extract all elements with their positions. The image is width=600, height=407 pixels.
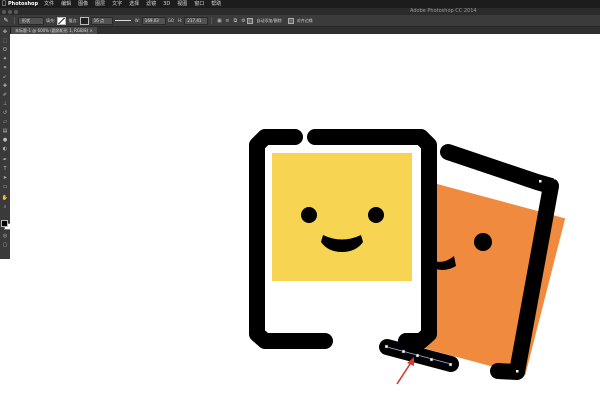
move-tool-icon[interactable]: ✥ xyxy=(1,29,9,36)
path-alignment-icon[interactable]: ≡ xyxy=(224,18,230,24)
front-face-eye-left xyxy=(301,207,317,223)
back-face-eye-right xyxy=(474,233,492,251)
fill-swatch[interactable] xyxy=(57,16,67,25)
path-arrangement-icon[interactable]: ⧉ xyxy=(232,18,238,24)
anchor-point[interactable] xyxy=(429,357,434,362)
options-bar: ✎ 形状 填充: 描边: 16 点 W: 169.03 GO H: 217.41… xyxy=(0,15,600,27)
app-titlebar: Adobe Photoshop CC 2014 xyxy=(0,8,600,15)
menu-select[interactable]: 选择 xyxy=(129,0,139,8)
gear-icon[interactable]: ⚙ xyxy=(240,18,246,24)
type-tool-icon[interactable]: T xyxy=(1,166,9,173)
crop-tool-icon[interactable]: ⌗ xyxy=(1,65,9,72)
pen-tool-icon[interactable]: ✒ xyxy=(1,157,9,164)
menu-edit[interactable]: 编辑 xyxy=(61,0,71,8)
auto-add-delete-label: 自动添加/删除 xyxy=(256,17,282,23)
brush-tool-icon[interactable]: ✐ xyxy=(1,92,9,99)
path-select-tool-icon[interactable]: ➤ xyxy=(1,175,9,182)
stroke-swatch[interactable] xyxy=(79,16,89,25)
menu-help[interactable]: 帮助 xyxy=(211,0,221,8)
history-brush-tool-icon[interactable]: ↺ xyxy=(1,110,9,117)
lasso-tool-icon[interactable]: ʘ xyxy=(1,47,9,54)
healing-brush-tool-icon[interactable]: ✚ xyxy=(1,83,9,90)
menu-view[interactable]: 视图 xyxy=(177,0,187,8)
stroke-type-dropdown[interactable] xyxy=(114,19,131,22)
menu-type[interactable]: 文字 xyxy=(112,0,122,8)
height-label: H: xyxy=(178,18,183,23)
front-photo-yellow xyxy=(272,153,412,281)
stroke-width-field[interactable]: 16 点 xyxy=(90,16,113,25)
menu-image[interactable]: 图像 xyxy=(78,0,88,8)
document-tab[interactable]: 未标题-1 @ 600% (圆角矩形 1, RGB/8) × xyxy=(11,27,97,34)
anchor-point[interactable] xyxy=(516,370,519,373)
tool-mode-dropdown[interactable]: 形状 xyxy=(18,16,44,25)
clone-stamp-tool-icon[interactable]: ⊥ xyxy=(1,101,9,108)
divider xyxy=(14,17,15,24)
marquee-tool-icon[interactable]: ⬚ xyxy=(1,38,9,45)
stroke-label: 描边: xyxy=(68,17,78,23)
anchor-point[interactable] xyxy=(539,180,542,183)
eyedropper-tool-icon[interactable]: ↙ xyxy=(1,74,9,81)
anchor-point[interactable] xyxy=(554,177,557,180)
link-dimensions-label[interactable]: GO xyxy=(168,18,174,23)
pen-tool-preset-icon[interactable]: ✎ xyxy=(1,16,11,25)
minimize-window-button[interactable] xyxy=(8,9,12,14)
anchor-point[interactable] xyxy=(415,353,420,358)
hand-tool-icon[interactable]: ✋ xyxy=(1,195,9,202)
menu-3d[interactable]: 3D xyxy=(163,0,170,8)
align-edges-label: 对齐边缘 xyxy=(296,17,313,23)
document-canvas[interactable] xyxy=(10,34,600,407)
zoom-tool-icon[interactable]: ⌕ xyxy=(1,204,9,211)
path-operations-icon[interactable]: ▣ xyxy=(216,18,222,24)
dodge-tool-icon[interactable]: ◐ xyxy=(1,146,9,153)
align-edges-checkbox[interactable] xyxy=(287,17,294,24)
apple-icon[interactable]:  xyxy=(0,0,8,8)
document-tabbar: 未标题-1 @ 600% (圆角矩形 1, RGB/8) × xyxy=(10,27,600,34)
system-menubar:  Photoshop 文件 编辑 图像 图层 文字 选择 滤镜 3D 视图 窗… xyxy=(0,0,600,8)
screen-mode-icon[interactable]: ▢ xyxy=(1,242,9,249)
zoom-window-button[interactable] xyxy=(14,9,18,14)
menu-filter[interactable]: 滤镜 xyxy=(146,0,156,8)
gradient-tool-icon[interactable]: ▤ xyxy=(1,128,9,135)
anchor-point[interactable] xyxy=(384,344,389,349)
artwork xyxy=(249,129,566,405)
close-window-button[interactable] xyxy=(2,9,6,14)
menu-file[interactable]: 文件 xyxy=(44,0,54,8)
front-face-eye-right xyxy=(368,207,384,223)
anchor-point[interactable] xyxy=(401,349,406,354)
window-controls xyxy=(2,9,18,14)
anchor-point[interactable] xyxy=(448,362,453,367)
height-field[interactable]: 217.41 xyxy=(184,16,209,25)
menu-layer[interactable]: 图层 xyxy=(95,0,105,8)
menu-window[interactable]: 窗口 xyxy=(194,0,204,8)
menu-app-name[interactable]: Photoshop xyxy=(8,0,38,8)
shape-tool-icon[interactable]: ▭ xyxy=(1,184,9,191)
quick-select-tool-icon[interactable]: ✦ xyxy=(1,56,9,63)
width-label: W: xyxy=(134,18,140,23)
foreground-color-swatch[interactable] xyxy=(1,220,8,227)
fill-label: 填充: xyxy=(46,17,56,23)
width-field[interactable]: 169.03 xyxy=(141,16,166,25)
app-title: Adobe Photoshop CC 2014 xyxy=(410,8,477,14)
divider xyxy=(211,17,213,24)
blur-tool-icon[interactable]: ● xyxy=(1,137,9,144)
auto-add-delete-checkbox[interactable] xyxy=(247,17,254,24)
quick-mask-icon[interactable]: ◎ xyxy=(1,233,9,240)
eraser-tool-icon[interactable]: ▱ xyxy=(1,119,9,126)
